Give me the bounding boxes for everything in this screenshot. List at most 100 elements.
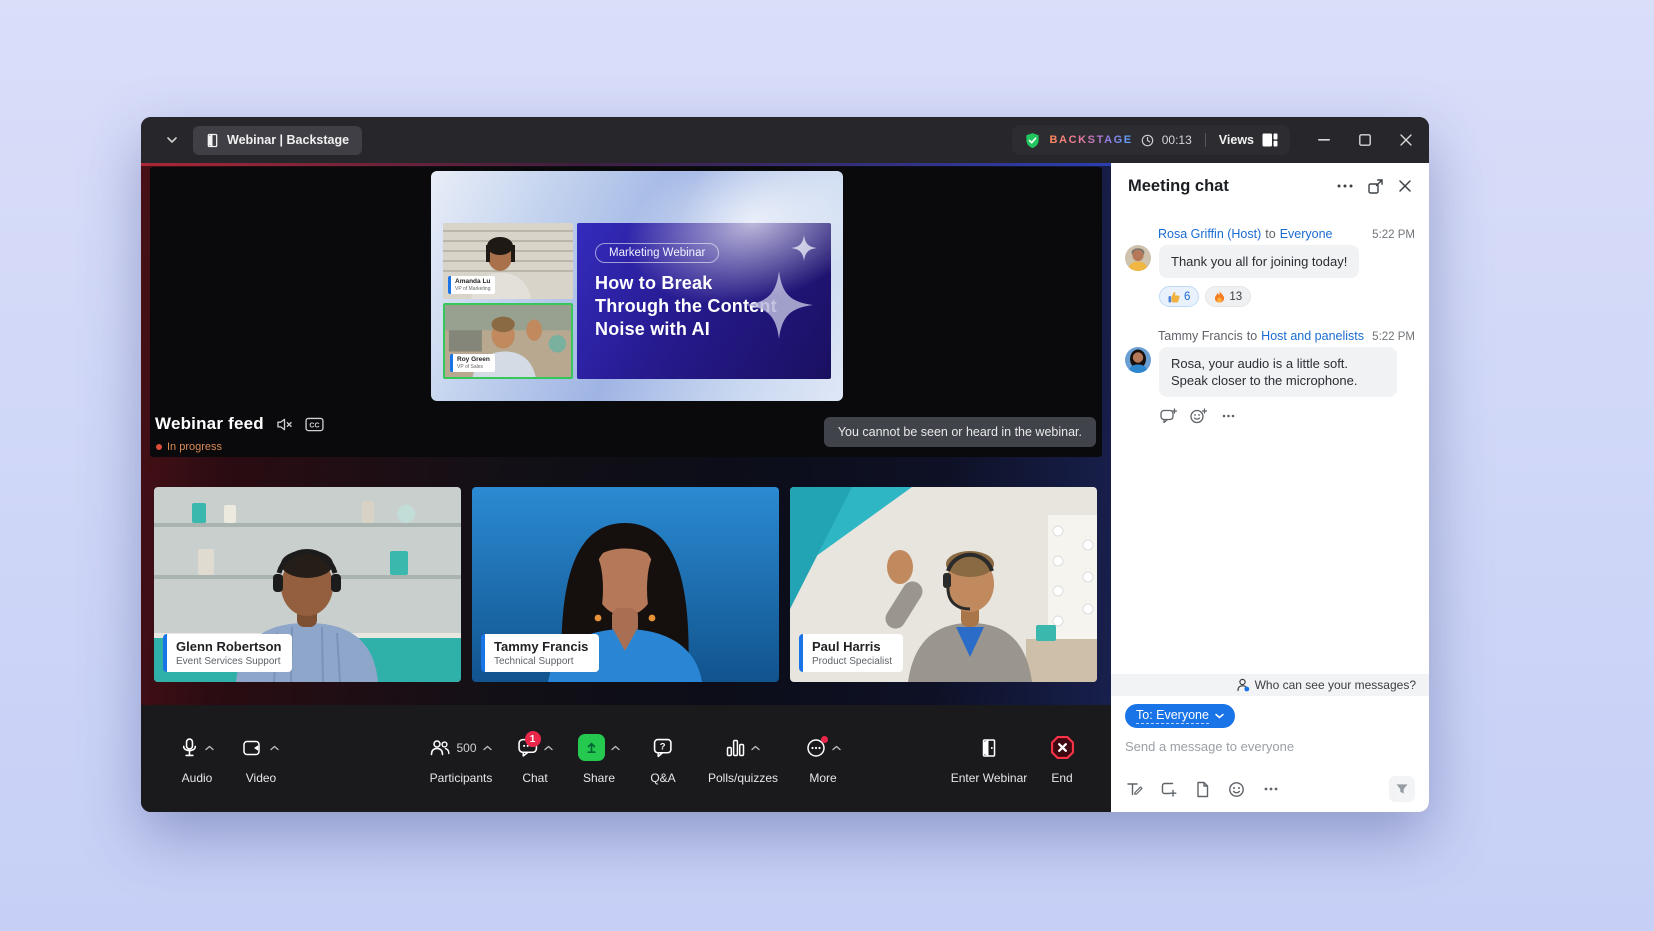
qa-icon: ?: [653, 738, 673, 758]
who-can-see-bar[interactable]: Who can see your messages?: [1111, 674, 1429, 696]
tab-label: Webinar | Backstage: [227, 133, 349, 147]
backstage-toast: You cannot be seen or heard in the webin…: [824, 417, 1096, 447]
tab-webinar-backstage[interactable]: Webinar | Backstage: [193, 126, 362, 155]
chevron-up-icon[interactable]: [751, 745, 760, 751]
end-button[interactable]: End: [1037, 733, 1087, 785]
status-in-progress: In progress: [156, 441, 222, 453]
chat-more-options-icon[interactable]: [1335, 176, 1355, 196]
shared-presentation-slide: Amanda Lu VP of Marketing: [431, 171, 843, 401]
meeting-chat-panel: Meeting chat Rosa Griffin (Host) to Ever…: [1111, 163, 1429, 812]
speaker-thumbnail-roy: Roy Green VP of Sales: [443, 303, 573, 379]
svg-text:?: ?: [660, 741, 666, 752]
meeting-timer: 00:13: [1162, 133, 1192, 147]
message-composer: To: Everyone: [1111, 696, 1429, 812]
send-button[interactable]: [1389, 776, 1415, 802]
enter-webinar-button[interactable]: Enter Webinar: [941, 733, 1037, 785]
quote-reply-icon[interactable]: [1159, 407, 1177, 425]
person-icon: [1236, 678, 1250, 692]
window-chevron-down-icon[interactable]: [163, 131, 181, 149]
name-label: Glenn Robertson Event Services Support: [163, 634, 292, 672]
feed-title: Webinar feed: [155, 414, 264, 434]
slide-title-panel: Marketing Webinar How to Break Through t…: [577, 223, 831, 379]
closed-captions-icon[interactable]: CC: [305, 417, 324, 432]
popout-panel-icon[interactable]: [1365, 176, 1385, 196]
chat-message: Rosa, your audio is a little soft. Speak…: [1125, 347, 1415, 397]
message-bubble: Rosa, your audio is a little soft. Speak…: [1159, 347, 1397, 397]
name-label: Paul Harris Product Specialist: [799, 634, 903, 672]
participants-icon: [430, 739, 450, 756]
sender-name: Rosa Griffin (Host): [1158, 227, 1261, 241]
message-time: 5:22 PM: [1372, 229, 1415, 241]
reaction-thumbs-up[interactable]: 6: [1159, 286, 1199, 307]
avatar-tammy: [1125, 347, 1151, 373]
chevron-up-icon[interactable]: [205, 745, 214, 751]
chat-message: Thank you all for joining today!: [1125, 245, 1415, 278]
chevron-down-icon: [1215, 713, 1224, 719]
backstage-badge: BACKSTAGE: [1049, 134, 1132, 146]
minimize-button[interactable]: [1317, 133, 1331, 147]
speaker-thumbnail-amanda: Amanda Lu VP of Marketing: [443, 223, 573, 299]
microphone-icon: [180, 738, 199, 757]
sender-name: Tammy Francis: [1158, 329, 1243, 343]
more-button[interactable]: More: [791, 733, 855, 785]
message-header: Tammy Francis to Host and panelists 5:22…: [1125, 329, 1415, 343]
sparkle-icon: [745, 271, 813, 339]
close-panel-icon[interactable]: [1395, 176, 1415, 196]
composer-more-icon[interactable]: [1261, 780, 1280, 799]
webinar-feed-stage: Amanda Lu VP of Marketing: [150, 167, 1102, 457]
speaker-label: Amanda Lu VP of Marketing: [448, 276, 495, 294]
fire-icon: [1214, 290, 1225, 303]
reaction-fire[interactable]: 13: [1205, 286, 1251, 307]
chevron-up-icon[interactable]: [832, 745, 841, 751]
share-button[interactable]: Share: [567, 733, 631, 785]
chevron-up-icon[interactable]: [544, 745, 553, 751]
meeting-window: Webinar | Backstage BACKSTAGE 00:13 View…: [141, 117, 1429, 812]
chevron-up-icon[interactable]: [483, 745, 492, 751]
speaker-label: Roy Green VP of Sales: [450, 354, 495, 372]
chat-badge: 1: [525, 731, 541, 747]
chat-message-input[interactable]: [1125, 739, 1415, 754]
video-tile-paul: Paul Harris Product Specialist: [790, 487, 1097, 682]
avatar-rosa: [1125, 245, 1151, 271]
session-status-pill: BACKSTAGE 00:13 Views: [1012, 125, 1290, 155]
end-octagon-icon: [1050, 735, 1075, 760]
recipient-selector[interactable]: To: Everyone: [1125, 704, 1235, 728]
door-icon: [206, 133, 219, 148]
qa-button[interactable]: ? Q&A: [631, 733, 695, 785]
shield-check-icon: [1024, 132, 1041, 149]
camera-icon: [243, 740, 264, 756]
chevron-up-icon[interactable]: [270, 745, 279, 751]
door-icon: [980, 738, 998, 758]
message-actions: [1159, 407, 1415, 425]
participants-button[interactable]: 500 Participants: [419, 733, 503, 785]
message-bubble: Thank you all for joining today!: [1159, 245, 1359, 278]
layout-views-icon[interactable]: [1262, 133, 1278, 147]
notification-dot: [821, 736, 828, 743]
close-button[interactable]: [1399, 133, 1413, 147]
views-label[interactable]: Views: [1219, 133, 1254, 147]
audio-button[interactable]: Audio: [165, 733, 229, 785]
speaker-muted-icon[interactable]: [276, 417, 293, 432]
message-more-icon[interactable]: [1219, 407, 1237, 425]
text-format-icon[interactable]: [1125, 780, 1144, 799]
main-stage-area: Amanda Lu VP of Marketing: [141, 163, 1111, 812]
message-time: 5:22 PM: [1372, 331, 1415, 343]
sparkle-icon: [791, 235, 817, 261]
maximize-button[interactable]: [1358, 133, 1372, 147]
clock-icon: [1141, 134, 1154, 147]
attach-file-icon[interactable]: [1193, 780, 1212, 799]
add-reaction-icon[interactable]: [1189, 407, 1207, 425]
polls-button[interactable]: Polls/quizzes: [695, 733, 791, 785]
video-tile-tammy: Tammy Francis Technical Support: [472, 487, 779, 682]
divider: [1205, 133, 1206, 147]
video-button[interactable]: Video: [229, 733, 293, 785]
message-header: Rosa Griffin (Host) to Everyone 5:22 PM: [1125, 227, 1415, 241]
chat-button[interactable]: 1 Chat: [503, 733, 567, 785]
chevron-up-icon[interactable]: [611, 745, 620, 751]
status-dot: [156, 444, 162, 450]
slide-tag: Marketing Webinar: [595, 243, 719, 263]
emoji-icon[interactable]: [1227, 780, 1246, 799]
recipient-name: Host and panelists: [1261, 329, 1364, 343]
panelist-tiles: Glenn Robertson Event Services Support: [154, 487, 1097, 682]
screen-capture-icon[interactable]: [1159, 780, 1178, 799]
